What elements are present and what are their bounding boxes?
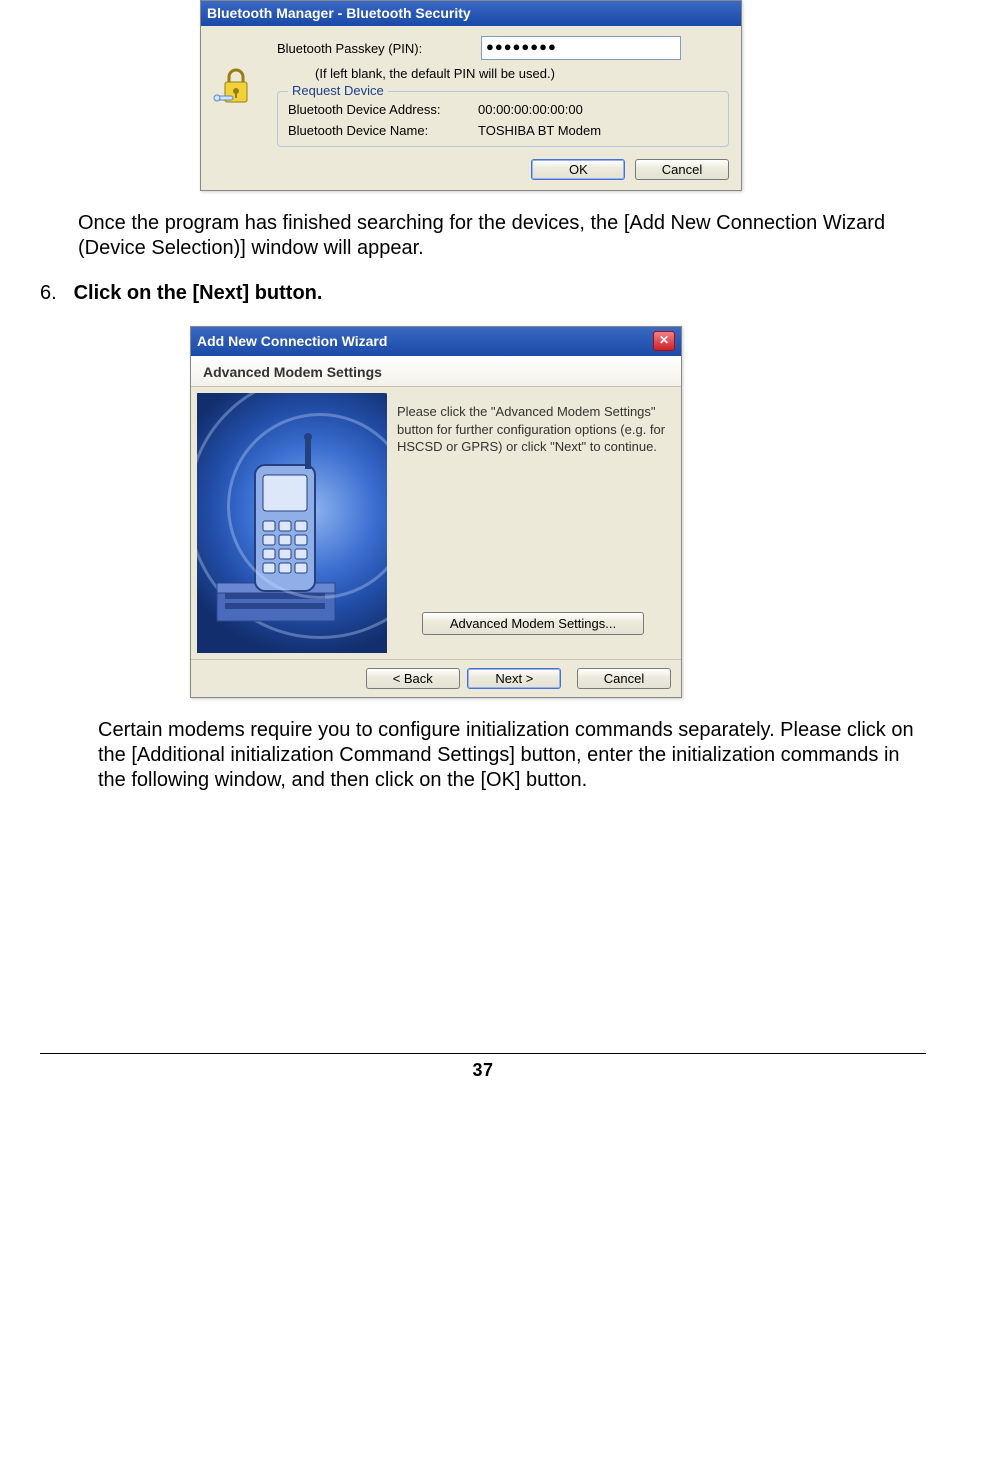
- wizard-description: Please click the "Advanced Modem Setting…: [397, 403, 669, 456]
- advanced-modem-settings-button[interactable]: Advanced Modem Settings...: [422, 612, 644, 635]
- back-button[interactable]: < Back: [366, 668, 460, 689]
- device-address-label: Bluetooth Device Address:: [288, 102, 478, 117]
- device-name-label: Bluetooth Device Name:: [288, 123, 478, 138]
- step-number: 6.: [40, 281, 68, 306]
- request-device-group: Request Device Bluetooth Device Address:…: [277, 91, 729, 147]
- lock-key-icon: [213, 64, 259, 110]
- wizard-body: Please click the "Advanced Modem Setting…: [191, 387, 681, 659]
- wizard-footer: < Back Next > Cancel: [191, 659, 681, 697]
- ok-button[interactable]: OK: [531, 159, 625, 180]
- wizard-header: Advanced Modem Settings: [191, 356, 681, 387]
- close-icon[interactable]: ✕: [653, 331, 675, 351]
- device-address-value: 00:00:00:00:00:00: [478, 102, 583, 117]
- bluetooth-security-dialog: Bluetooth Manager - Bluetooth Security: [200, 0, 742, 191]
- dialog-title: Add New Connection Wizard: [197, 333, 387, 349]
- dialog-titlebar[interactable]: Bluetooth Manager - Bluetooth Security: [201, 1, 741, 26]
- pin-input[interactable]: ●●●●●●●●: [481, 36, 681, 60]
- cancel-button[interactable]: Cancel: [635, 159, 729, 180]
- step-6: 6. Click on the [Next] button.: [40, 281, 926, 306]
- dialog-title: Bluetooth Manager - Bluetooth Security: [207, 5, 471, 21]
- cancel-button[interactable]: Cancel: [577, 668, 671, 689]
- wizard-phone-image: [197, 393, 387, 653]
- page-number: 37: [472, 1060, 493, 1080]
- body-paragraph: Certain modems require you to configure …: [98, 718, 926, 793]
- page-footer: 37: [40, 1053, 926, 1081]
- device-name-value: TOSHIBA BT Modem: [478, 123, 601, 138]
- step-text: Click on the [Next] button.: [74, 282, 323, 304]
- groupbox-legend: Request Device: [288, 83, 388, 98]
- body-paragraph: Once the program has finished searching …: [78, 211, 926, 261]
- pin-label: Bluetooth Passkey (PIN):: [277, 41, 457, 56]
- pin-hint: (If left blank, the default PIN will be …: [315, 66, 729, 81]
- add-new-connection-wizard-dialog: Add New Connection Wizard ✕ Advanced Mod…: [190, 326, 682, 698]
- next-button[interactable]: Next >: [467, 668, 561, 689]
- dialog-titlebar[interactable]: Add New Connection Wizard ✕: [191, 327, 681, 356]
